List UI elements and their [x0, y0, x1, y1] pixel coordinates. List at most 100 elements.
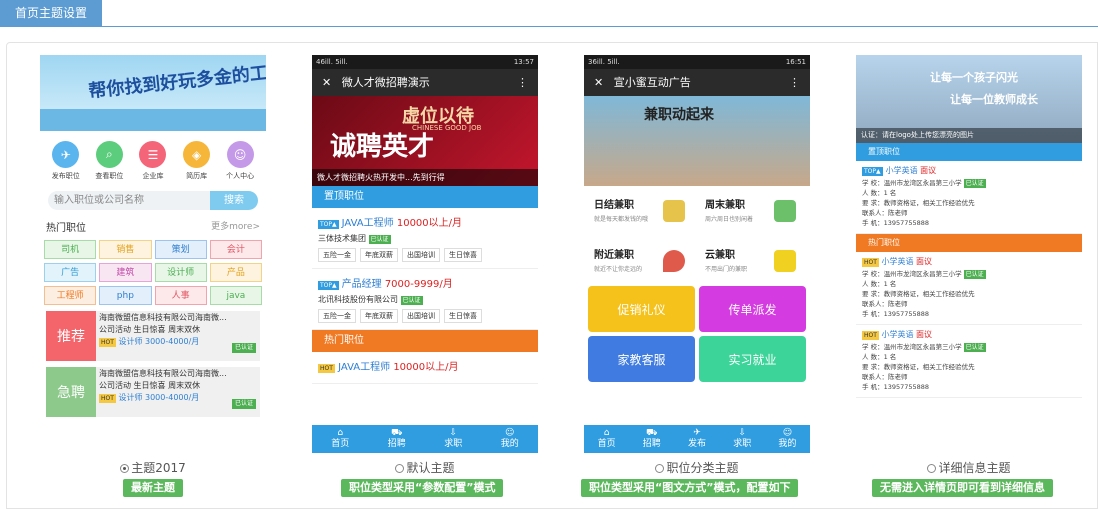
- search-icon: ⌕: [95, 141, 123, 168]
- app-bar: ✕ 微人才微招聘演示 ⋮: [312, 69, 538, 96]
- theme-preview-detail[interactable]: 让每一个孩子闪光 让每一位教师成长 认证：请在logo处上传您漂亮的图片 置顶职…: [856, 55, 1082, 453]
- more-vert-icon: ⋮: [517, 76, 528, 89]
- banner-image: 让每一个孩子闪光 让每一位教师成长 认证：请在logo处上传您漂亮的图片: [856, 55, 1082, 143]
- category-tile: 促销礼仪: [588, 286, 695, 332]
- user-icon: ☺: [505, 428, 515, 438]
- category-picture: [663, 200, 685, 222]
- icon-resume: ◈ 简历库: [177, 141, 217, 181]
- bottom-nav: ⌂ 首页 ⛟ 招聘 ⇩ 求职 ☺ 我的: [312, 425, 538, 453]
- nav-publish: ✈ 发布: [674, 425, 719, 453]
- hot-header: 热门职位 更多more>: [40, 210, 266, 240]
- download-icon: ⇩: [449, 428, 458, 438]
- home-icon: ⌂: [603, 428, 610, 438]
- section-hot-jobs: 热门职位: [856, 234, 1082, 252]
- job-detail: HOT 小学英语 面议 学 校：温州市龙湾区永昌第三小学 已认证 人 数：1 名…: [856, 252, 1082, 325]
- job-card: 急聘 海南微盟信息科技有限公司海南微... 公司活动 生日惊喜 周末双休 HOT…: [46, 367, 260, 417]
- radio-unselected[interactable]: [395, 464, 405, 473]
- nav-seek: ⇩ 求职: [720, 425, 765, 453]
- category-cells: 日结兼职 就是每天都发钱的哦 周末兼职 周六周日也别闲着 附近兼职 就近不让你走远的 …: [584, 186, 810, 286]
- category-tile: 传单派发: [699, 286, 806, 332]
- job-item: HOT JAVA工程师 10000以上/月: [312, 352, 538, 384]
- paper-plane-icon: ✈: [693, 428, 701, 438]
- category-item: 建筑: [99, 263, 152, 282]
- search-button: 搜索: [210, 191, 258, 210]
- job-item: TOP▲ 产品经理 7000-9999/月 北讯科技股份有限公司 已认证 五险一金…: [312, 269, 538, 330]
- category-grid: 司机 销售 策划 会计 广告 建筑 设计师 产品 工程师 php 人事 java: [40, 240, 266, 305]
- category-item: 司机: [44, 240, 97, 259]
- theme-tag: 最新主题: [123, 479, 183, 497]
- category-cell: 云兼职 不用出门的兼职: [699, 246, 806, 286]
- job-detail: HOT 小学英语 面议 学 校：温州市龙湾区永昌第三小学 已认证 人 数：1 名…: [856, 325, 1082, 398]
- category-tile: 实习就业: [699, 336, 806, 382]
- tab-home-theme[interactable]: 首页主题设置: [0, 0, 102, 27]
- theme-preview-2017[interactable]: 帮你找到好玩多金的工作 ✈ 发布职位 ⌕ 查看职位 ☰ 企业库 ◈ 简历库 ☺ 个人中心 …: [40, 55, 266, 453]
- section-hot-jobs: 热门职位: [312, 330, 538, 352]
- paper-plane-icon: ✈: [52, 141, 80, 168]
- theme-option-category[interactable]: 职位分类主题: [584, 459, 810, 476]
- category-item: 工程师: [44, 286, 97, 305]
- close-icon: ✕: [322, 76, 332, 89]
- icon-user: ☺ 个人中心: [220, 141, 260, 181]
- location-pin-icon: [663, 250, 685, 272]
- job-badge: 推荐: [46, 311, 96, 361]
- theme-preview-default[interactable]: 46ill. 5ill. 13:57 ✕ 微人才微招聘演示 ⋮ 虚位以待 CHINE…: [312, 55, 538, 453]
- more-link: 更多more>: [211, 222, 260, 232]
- layers-icon: ◈: [183, 141, 211, 168]
- car-icon: ⛟: [646, 428, 658, 438]
- theme-tag: 职位类型采用“参数配置”模式: [341, 479, 504, 497]
- verified-badge: 已认证: [231, 399, 256, 409]
- category-cell: 附近兼职 就近不让你走远的: [588, 246, 695, 286]
- theme-panel: 帮你找到好玩多金的工作 ✈ 发布职位 ⌕ 查看职位 ☰ 企业库 ◈ 简历库 ☺ 个人中心 …: [6, 42, 1098, 509]
- theme-tag: 无需进入详情页即可看到详细信息: [872, 479, 1053, 497]
- category-item: 销售: [99, 240, 152, 259]
- theme-option-detail[interactable]: 详细信息主题: [856, 459, 1082, 476]
- category-cell: 日结兼职 就是每天都发钱的哦: [588, 196, 695, 236]
- user-icon: ☺: [226, 141, 254, 168]
- job-item: TOP▲ JAVA工程师 10000以上/月 三体技术集团 已认证 五险一金 年底双…: [312, 208, 538, 269]
- job-company: 海南微盟信息科技有限公司海南微...: [99, 369, 227, 378]
- download-icon: ⇩: [738, 428, 746, 438]
- nav-recruit: ⛟ 招聘: [369, 425, 426, 453]
- section-top-jobs: 置顶职位: [856, 143, 1082, 161]
- job-title: 设计师 3000-4000/月: [118, 337, 200, 346]
- user-icon: ☺: [782, 428, 793, 438]
- close-icon: ✕: [594, 76, 604, 89]
- category-picture: [774, 200, 796, 222]
- icon-company: ☰ 企业库: [133, 141, 173, 181]
- job-company: 海南微盟信息科技有限公司海南微...: [99, 313, 227, 322]
- hot-title: 热门职位: [46, 223, 86, 234]
- radio-unselected[interactable]: [927, 464, 937, 473]
- radio-selected[interactable]: [120, 464, 130, 473]
- search-bar: 输入职位或公司名称 搜索: [48, 191, 258, 210]
- job-perks: 公司活动 生日惊喜 周末双休: [99, 381, 201, 390]
- nav-mine: ☺ 我的: [482, 425, 539, 453]
- job-badge: 急聘: [46, 367, 96, 417]
- banner-skyline: [40, 109, 266, 131]
- job-detail: TOP▲ 小学英语 面议 学 校：温州市龙湾区永昌第三小学 已认证 人 数：1 名…: [856, 161, 1082, 234]
- theme-tag: 职位类型采用“图文方式”模式，配置如下: [581, 479, 799, 497]
- bottom-nav: ⌂ 首页 ⛟ 招聘 ✈ 发布 ⇩ 求职 ☺ 我的: [584, 425, 810, 453]
- hot-badge: HOT: [99, 338, 116, 347]
- category-cell: 周末兼职 周六周日也别闲着: [699, 196, 806, 236]
- category-item: 广告: [44, 263, 97, 282]
- category-tiles: 促销礼仪 传单派发 家教客服 实习就业: [584, 286, 810, 382]
- category-item: 设计师: [154, 263, 207, 282]
- nav-home: ⌂ 首页: [584, 425, 629, 453]
- category-item: java: [209, 286, 262, 305]
- theme-option-2017[interactable]: 主题2017: [40, 459, 266, 476]
- category-tile: 家教客服: [588, 336, 695, 382]
- theme-preview-category[interactable]: 36ill. 5ill. 16:51 ✕ 宣小蜜互动广告 ⋮ 兼职动起来 日结兼职就…: [584, 55, 810, 453]
- app-bar: ✕ 宣小蜜互动广告 ⋮: [584, 69, 810, 96]
- job-title: 设计师 3000-4000/月: [118, 393, 200, 402]
- radio-unselected[interactable]: [655, 464, 665, 473]
- status-bar: 36ill. 5ill. 16:51: [584, 55, 810, 69]
- theme-option-default[interactable]: 默认主题: [312, 459, 538, 476]
- quick-icons: ✈ 发布职位 ⌕ 查看职位 ☰ 企业库 ◈ 简历库 ☺ 个人中心: [40, 131, 266, 185]
- car-icon: ⛟: [391, 428, 403, 438]
- section-top-jobs: 置顶职位: [312, 186, 538, 208]
- status-bar: 46ill. 5ill. 13:57: [312, 55, 538, 69]
- banner-image: 兼职动起来: [584, 96, 810, 186]
- nav-seek: ⇩ 求职: [425, 425, 482, 453]
- category-item: 人事: [154, 286, 207, 305]
- category-item: 产品: [209, 263, 262, 282]
